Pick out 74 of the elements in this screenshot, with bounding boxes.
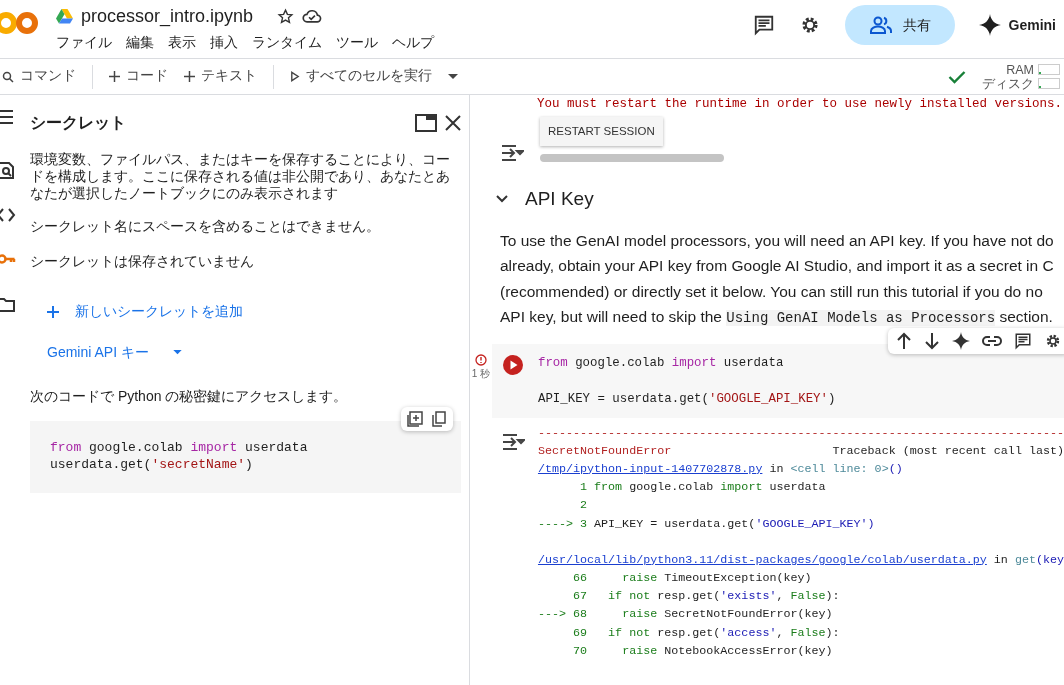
output-line: 1 from google.colab import userdata	[579, 479, 827, 497]
cloud-check-icon[interactable]	[302, 8, 323, 24]
drive-icon	[56, 8, 73, 24]
plus-icon	[184, 71, 195, 82]
open-in-tab-icon[interactable]	[415, 114, 437, 132]
output-line: SecretNotFoundError Traceback (most recent call last)	[537, 442, 1064, 460]
search-icon	[2, 70, 14, 83]
panel-description: 環境変数、ファイルパス、またはキーを保存することにより、コードを構成します。ここに保存される値は非公開であり、あなたとあなたが選択したノートブックにのみ表示されます	[30, 151, 451, 202]
output-line: ---------------------------------------------------------------------------	[537, 424, 1064, 442]
arrow-up-icon[interactable]	[896, 331, 912, 350]
share-button[interactable]: 共有	[844, 5, 955, 45]
panel-title: シークレット	[30, 113, 126, 133]
section-heading: API Key	[525, 187, 594, 211]
comment-icon[interactable]	[752, 14, 775, 36]
paragraph: To use the GenAI model processors, you will need an API key. If you have not do already, obtain your API key from Google AI Studio, and import it as a secret in C (recommended) or directly set it below. You can still run this tutorial if you do no API key, but will need to skip the Using GenAI Models as Processors section.	[499, 230, 1055, 328]
sparkle-icon[interactable]	[952, 331, 970, 350]
add-secret-button[interactable]: 新しいシークレットを追加	[46, 300, 244, 323]
star-icon[interactable]	[277, 7, 295, 25]
panel-note: シークレット名にスペースを含めることはできません。	[30, 217, 381, 236]
code-line: userdata.get('secretName')	[50, 456, 254, 473]
output-line: 70 raise NotebookAccessError(key)	[572, 642, 834, 660]
file-link[interactable]: /usr/local/lib/python3.11/dist-packages/google/colab/userdata.py	[537, 552, 987, 567]
menu-item[interactable]: ファイル	[49, 32, 119, 52]
close-icon[interactable]	[445, 115, 461, 131]
menu-item[interactable]: 挿入	[203, 32, 245, 52]
arrow-down-icon[interactable]	[924, 331, 940, 350]
panel-note: シークレットは保存されていません	[30, 252, 255, 271]
run-all-button[interactable]: すべてのセルを実行	[282, 64, 440, 89]
output-line: 2	[579, 497, 589, 515]
output-line: 67 if not resp.get('exists', False):	[572, 588, 841, 606]
restart-message: You must restart the runtime in order to use newly installed versions.	[536, 96, 1064, 113]
gemini-key-dropdown[interactable]: Gemini API キー	[46, 341, 183, 364]
add-code-button[interactable]: コード	[101, 64, 176, 89]
scrollbar[interactable]	[540, 154, 724, 163]
search-icon[interactable]	[0, 161, 16, 181]
comment-icon[interactable]	[1014, 331, 1032, 350]
menu-item[interactable]: ヘルプ	[385, 32, 441, 52]
output-line: /tmp/ipython-input-1407702878.py in <cell line: 0>()	[537, 460, 904, 478]
notebook-title[interactable]: processor_intro.ipynb	[81, 4, 254, 28]
copy-icon[interactable]	[431, 411, 447, 427]
code-caption: 次のコードで Python の秘密鍵にアクセスします。	[30, 387, 349, 406]
output-line: 69 if not resp.get('access', False):	[572, 624, 841, 642]
folder-icon[interactable]	[0, 295, 16, 315]
insert-icon[interactable]	[407, 411, 423, 427]
restart-session-button[interactable]: RESTART SESSION	[540, 117, 663, 147]
menu-item[interactable]: 表示	[161, 32, 203, 52]
execution-time: 1 秒	[471, 366, 491, 381]
resource-label: ディスク	[982, 76, 1034, 91]
menu-item[interactable]: 編集	[119, 32, 161, 52]
error-icon	[474, 353, 487, 366]
people-icon	[868, 16, 893, 34]
plus-icon	[47, 305, 59, 318]
output-line: ---> 68 raise SecretNotFoundError(key)	[537, 606, 834, 624]
caret-icon	[172, 350, 182, 355]
menu-item[interactable]: ツール	[329, 32, 385, 52]
caret-icon[interactable]	[448, 73, 458, 80]
output-line: /usr/local/lib/python3.11/dist-packages/google/colab/userdata.py in get(key	[537, 551, 1064, 569]
gemini-button[interactable]: Gemini	[1008, 14, 1056, 36]
resource-label: RAM	[1006, 62, 1034, 77]
check-icon[interactable]	[948, 69, 966, 84]
command-search-button[interactable]: コマンド	[0, 64, 84, 89]
menu-icon[interactable]	[0, 107, 16, 127]
add-text-button[interactable]: テキスト	[176, 64, 265, 89]
menu-item[interactable]: ランタイム	[245, 32, 329, 52]
output-line: 66 raise TimeoutException(key)	[572, 569, 813, 587]
output-toggle-icon[interactable]	[500, 143, 524, 163]
file-link[interactable]: /tmp/ipython-input-1407702878.py	[537, 461, 763, 476]
output-line: ----> 3 API_KEY = userdata.get('GOOGLE_API_KEY')	[537, 515, 876, 533]
output-toggle-icon[interactable]	[500, 431, 525, 452]
sparkle-icon[interactable]	[978, 14, 1001, 36]
run-button[interactable]	[501, 353, 524, 376]
play-icon	[290, 71, 300, 82]
code-line: from google.colab import userdata	[50, 439, 309, 456]
plus-icon	[109, 71, 120, 82]
